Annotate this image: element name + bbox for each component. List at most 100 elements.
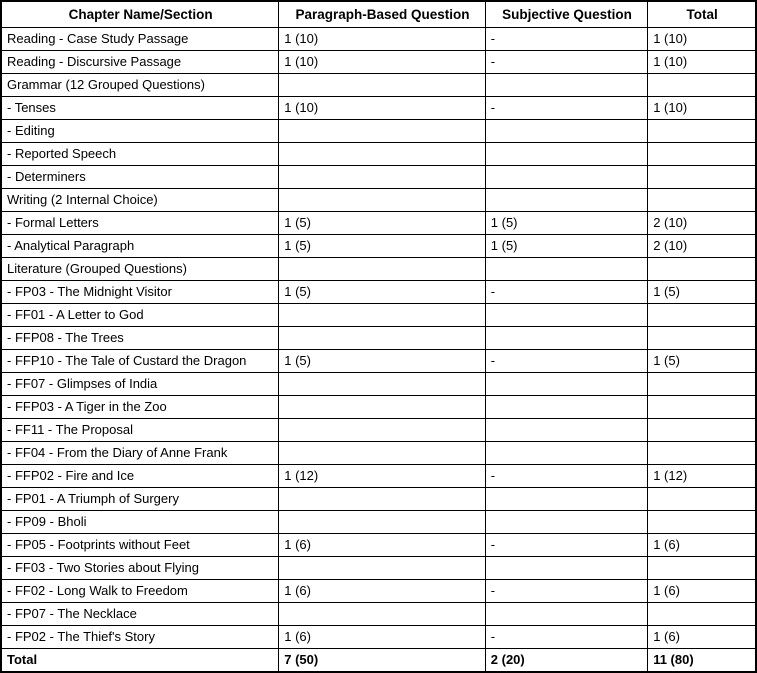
cell-total-grand: 11 (80)	[647, 648, 756, 672]
cell-total	[647, 257, 756, 281]
cell-total	[647, 510, 756, 534]
cell-paragraph-question	[278, 119, 486, 143]
cell-total-label: Total	[1, 648, 280, 672]
cell-subjective-question: -	[484, 96, 649, 120]
cell-paragraph-question: 1 (5)	[278, 349, 486, 373]
cell-subjective-question	[484, 165, 649, 189]
cell-chapter: - FP03 - The Midnight Visitor	[1, 280, 280, 304]
table-row: - FFP08 - The Trees	[1, 326, 756, 350]
cell-total-subjective-question: 2 (20)	[484, 648, 649, 672]
cell-subjective-question	[484, 188, 649, 212]
cell-paragraph-question	[278, 418, 486, 442]
table-row: Reading - Case Study Passage 1 (10) -1 (10…	[1, 27, 756, 51]
cell-chapter: - FP05 - Footprints without Feet	[1, 533, 280, 557]
table-row: - FF11 - The Proposal	[1, 418, 756, 442]
cell-paragraph-question: 1 (10)	[278, 27, 486, 51]
cell-total: 1 (10)	[647, 96, 756, 120]
cell-paragraph-question	[278, 165, 486, 189]
cell-paragraph-question: 1 (10)	[278, 96, 486, 120]
cell-paragraph-question: 1 (5)	[278, 211, 486, 235]
cell-chapter: - Analytical Paragraph	[1, 234, 280, 258]
cell-total: 1 (5)	[647, 280, 756, 304]
table-row: Literature (Grouped Questions)	[1, 257, 756, 281]
table-row: - FFP10 - The Tale of Custard the Dragon…	[1, 349, 756, 373]
table-header: Chapter Name/Section Paragraph-Based Que…	[1, 1, 756, 28]
cell-subjective-question: -	[484, 50, 649, 74]
table-row: - Formal Letters 1 (5) 1 (5) 2 (10)	[1, 211, 756, 235]
cell-total	[647, 326, 756, 350]
cell-chapter: - Reported Speech	[1, 142, 280, 166]
cell-subjective-question	[484, 418, 649, 442]
cell-subjective-question	[484, 257, 649, 281]
cell-chapter: - FF11 - The Proposal	[1, 418, 280, 442]
cell-subjective-question	[484, 142, 649, 166]
table-row: - FFP02 - Fire and Ice 1 (12) -1 (12)	[1, 464, 756, 488]
cell-paragraph-question	[278, 510, 486, 534]
cell-subjective-question: 1 (5)	[484, 211, 649, 235]
table-row: Writing (2 Internal Choice)	[1, 188, 756, 212]
table-row: - Editing	[1, 119, 756, 143]
cell-chapter: - FF01 - A Letter to God	[1, 303, 280, 327]
cell-chapter: - FP01 - A Triumph of Surgery	[1, 487, 280, 511]
exam-blueprint-table: Chapter Name/Section Paragraph-Based Que…	[0, 0, 757, 673]
cell-total	[647, 372, 756, 396]
table-row: - FP05 - Footprints without Feet 1 (6) -1 …	[1, 533, 756, 557]
header-row: Chapter Name/Section Paragraph-Based Que…	[1, 1, 756, 28]
cell-chapter: Reading - Case Study Passage	[1, 27, 280, 51]
cell-total: 1 (6)	[647, 533, 756, 557]
cell-chapter: - FFP08 - The Trees	[1, 326, 280, 350]
cell-paragraph-question	[278, 73, 486, 97]
cell-subjective-question	[484, 372, 649, 396]
cell-subjective-question	[484, 510, 649, 534]
cell-subjective-question	[484, 303, 649, 327]
table-row: - FP07 - The Necklace	[1, 602, 756, 626]
column-header-paragraph: Paragraph-Based Question	[278, 1, 486, 28]
cell-total: 2 (10)	[647, 211, 756, 235]
cell-subjective-question	[484, 556, 649, 580]
cell-total	[647, 441, 756, 465]
column-header-subjective: Subjective Question	[484, 1, 649, 28]
cell-total	[647, 556, 756, 580]
table-row: - FP03 - The Midnight Visitor 1 (5) -1 (5)	[1, 280, 756, 304]
table-body: Reading - Case Study Passage 1 (10) -1 (10…	[1, 27, 756, 672]
cell-chapter: - Tenses	[1, 96, 280, 120]
cell-paragraph-question	[278, 142, 486, 166]
table-total-row: Total 7 (50) 2 (20) 11 (80)	[1, 648, 756, 672]
cell-total-paragraph-question: 7 (50)	[278, 648, 486, 672]
cell-paragraph-question	[278, 487, 486, 511]
cell-chapter: Grammar (12 Grouped Questions)	[1, 73, 280, 97]
cell-paragraph-question: 1 (6)	[278, 579, 486, 603]
cell-chapter: Writing (2 Internal Choice)	[1, 188, 280, 212]
cell-chapter: - FP02 - The Thief's Story	[1, 625, 280, 649]
cell-total: 2 (10)	[647, 234, 756, 258]
cell-total: 1 (6)	[647, 625, 756, 649]
cell-paragraph-question	[278, 303, 486, 327]
table-row: Grammar (12 Grouped Questions)	[1, 73, 756, 97]
cell-total: 1 (10)	[647, 50, 756, 74]
cell-total	[647, 602, 756, 626]
table-row: - FP01 - A Triumph of Surgery	[1, 487, 756, 511]
cell-chapter: - FFP10 - The Tale of Custard the Dragon	[1, 349, 280, 373]
cell-chapter: - FF04 - From the Diary of Anne Frank	[1, 441, 280, 465]
table-row: - FF02 - Long Walk to Freedom 1 (6) -1 (6)	[1, 579, 756, 603]
cell-total	[647, 395, 756, 419]
column-header-chapter: Chapter Name/Section	[1, 1, 280, 28]
cell-total: 1 (12)	[647, 464, 756, 488]
cell-paragraph-question: 1 (6)	[278, 533, 486, 557]
cell-subjective-question	[484, 119, 649, 143]
cell-subjective-question: -	[484, 280, 649, 304]
cell-total	[647, 188, 756, 212]
cell-paragraph-question	[278, 372, 486, 396]
cell-subjective-question: -	[484, 579, 649, 603]
table-row: - Tenses 1 (10) -1 (10)	[1, 96, 756, 120]
cell-subjective-question	[484, 326, 649, 350]
cell-chapter: - Formal Letters	[1, 211, 280, 235]
cell-total: 1 (5)	[647, 349, 756, 373]
cell-subjective-question	[484, 395, 649, 419]
cell-chapter: - FF03 - Two Stories about Flying	[1, 556, 280, 580]
cell-paragraph-question	[278, 188, 486, 212]
cell-paragraph-question	[278, 602, 486, 626]
cell-paragraph-question	[278, 326, 486, 350]
cell-total	[647, 165, 756, 189]
table-row: - FF03 - Two Stories about Flying	[1, 556, 756, 580]
